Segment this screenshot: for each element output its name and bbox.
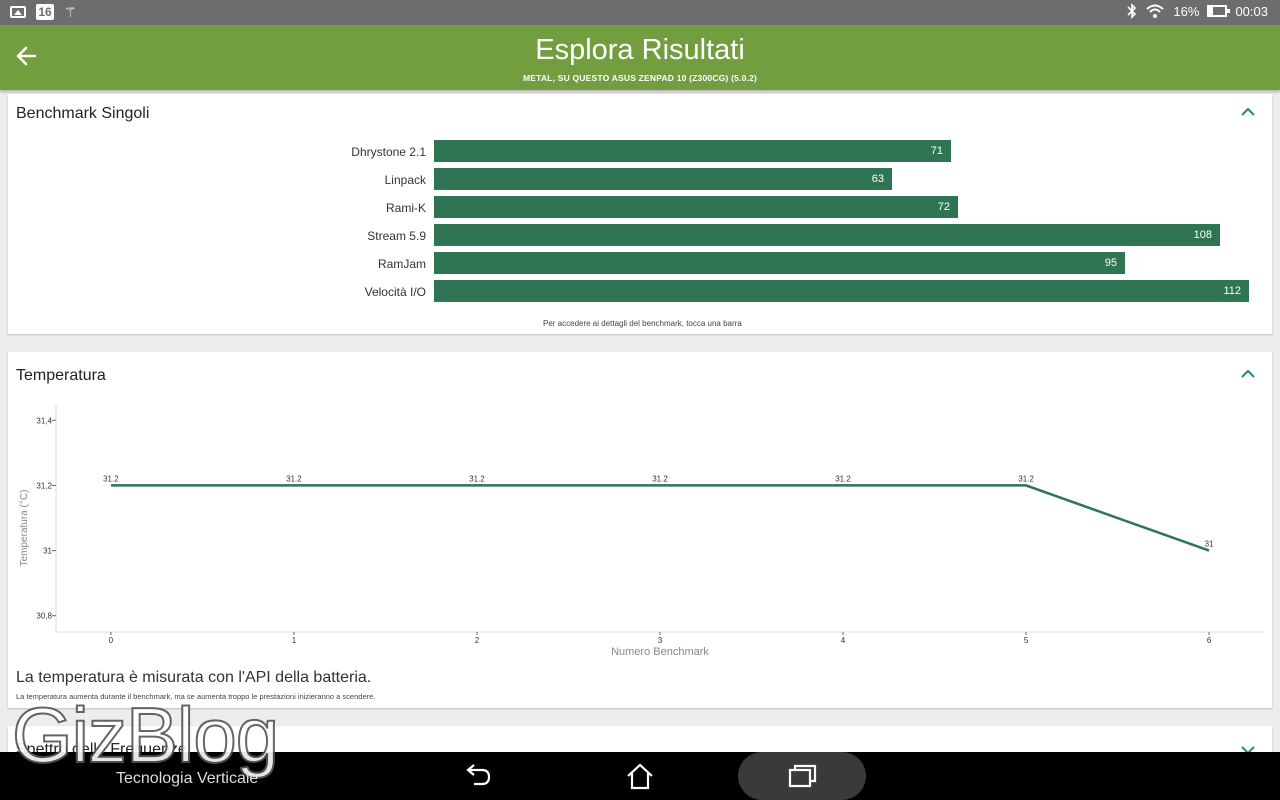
benchmark-label: Stream 5.9: [367, 229, 426, 243]
y-tick-label: 30,8: [36, 612, 52, 621]
page-title: Esplora Risultati: [535, 34, 745, 66]
bluetooth-icon: [1127, 3, 1137, 19]
data-point-label: 31.2: [103, 474, 119, 483]
benchmark-bar[interactable]: 95: [434, 252, 1125, 274]
y-tick-label: 31,4: [36, 416, 52, 425]
clock: 00:03: [1235, 3, 1268, 19]
benchmark-bar[interactable]: 63: [434, 168, 892, 190]
x-tick-label: 5: [1024, 636, 1029, 645]
temperature-line-chart: 31,4 31,2 31 30,8 0 1 2 3 4 5 6 Numero Benchmark Tem…: [19, 404, 1264, 658]
data-point-label: 31.2: [286, 474, 302, 483]
benchmark-card-title: Benchmark Singoli: [16, 105, 150, 122]
y-tick-label: 31: [43, 547, 52, 556]
battery-percent: 16%: [1173, 3, 1200, 19]
x-tick-label: 6: [1207, 636, 1212, 645]
benchmark-value: 71: [930, 145, 943, 157]
data-point-label: 31.2: [469, 474, 485, 483]
image-icon: [10, 6, 26, 18]
benchmark-bar[interactable]: 72: [434, 196, 958, 218]
wand-icon: ⚚: [64, 4, 77, 20]
x-tick-label: 2: [475, 636, 480, 645]
benchmark-label: Rami-K: [385, 201, 426, 215]
benchmark-value: 95: [1104, 257, 1117, 269]
benchmark-row[interactable]: RamJam 95: [8, 252, 1272, 274]
benchmark-value: 63: [871, 173, 884, 185]
watermark: GizBlog Tecnologia Verticale: [8, 690, 328, 800]
app-bar: Esplora Risultati METAL, SU QUESTO ASUS …: [0, 25, 1280, 90]
benchmark-bar[interactable]: 108: [434, 224, 1220, 246]
benchmark-label: Velocità I/O: [364, 285, 426, 299]
benchmark-row[interactable]: Stream 5.9 108: [8, 224, 1272, 246]
y-tick-label: 31,2: [36, 481, 52, 490]
benchmark-bar[interactable]: 71: [434, 140, 951, 162]
data-point-label: 31.2: [835, 474, 851, 483]
data-point-label: 31.2: [652, 474, 668, 483]
watermark-tagline: Tecnologia Verticale: [116, 770, 259, 787]
wifi-icon: [1146, 4, 1165, 18]
calendar-icon: 16: [36, 4, 54, 20]
page-subtitle: METAL, SU QUESTO ASUS ZENPAD 10 (Z300CG)…: [522, 73, 758, 83]
x-tick-label: 4: [841, 636, 846, 645]
temperature-card: Temperatura 31,4 31,2 31 30,8 0 1 2 3 4 5 6 Numero …: [8, 352, 1272, 708]
x-tick-label: 1: [292, 636, 297, 645]
benchmark-value: 72: [937, 201, 950, 213]
data-point-label: 31: [1205, 540, 1214, 549]
benchmark-label: Linpack: [384, 173, 426, 187]
benchmark-label: Dhrystone 2.1: [351, 145, 426, 159]
home-icon[interactable]: [624, 762, 656, 790]
benchmark-bar[interactable]: 112: [434, 280, 1249, 302]
x-tick-label: 3: [658, 636, 663, 645]
watermark-logo: GizBlog: [11, 690, 280, 780]
benchmark-value: 112: [1223, 285, 1241, 297]
temperature-note: La temperatura è misurata con l'API dell…: [16, 669, 372, 686]
benchmark-card: Benchmark Singoli Dhrystone 2.1 71 Linpack…: [8, 94, 1272, 334]
battery-icon: [1207, 5, 1231, 17]
series-line: [110, 484, 1210, 552]
benchmark-row[interactable]: Velocità I/O 112: [8, 280, 1272, 302]
benchmark-value: 108: [1193, 229, 1212, 241]
x-tick-label: 0: [109, 636, 114, 645]
back-icon[interactable]: [462, 762, 494, 790]
data-point-label: 31.2: [1018, 474, 1034, 483]
status-bar: 16 ⚚ 16% 00:03: [0, 0, 1280, 25]
x-axis-label: Numero Benchmark: [611, 646, 709, 658]
chevron-up-icon[interactable]: [1240, 107, 1256, 117]
benchmark-row[interactable]: Linpack 63: [8, 168, 1272, 190]
benchmark-hint: Per accedere ai dettagli del benchmark, …: [543, 319, 742, 328]
benchmark-row[interactable]: Dhrystone 2.1 71: [8, 140, 1272, 162]
recent-apps-icon[interactable]: [786, 762, 818, 790]
benchmark-label: RamJam: [377, 257, 426, 271]
y-axis-label: Temperatura (°C): [19, 490, 30, 567]
benchmark-row[interactable]: Rami-K 72: [8, 196, 1272, 218]
